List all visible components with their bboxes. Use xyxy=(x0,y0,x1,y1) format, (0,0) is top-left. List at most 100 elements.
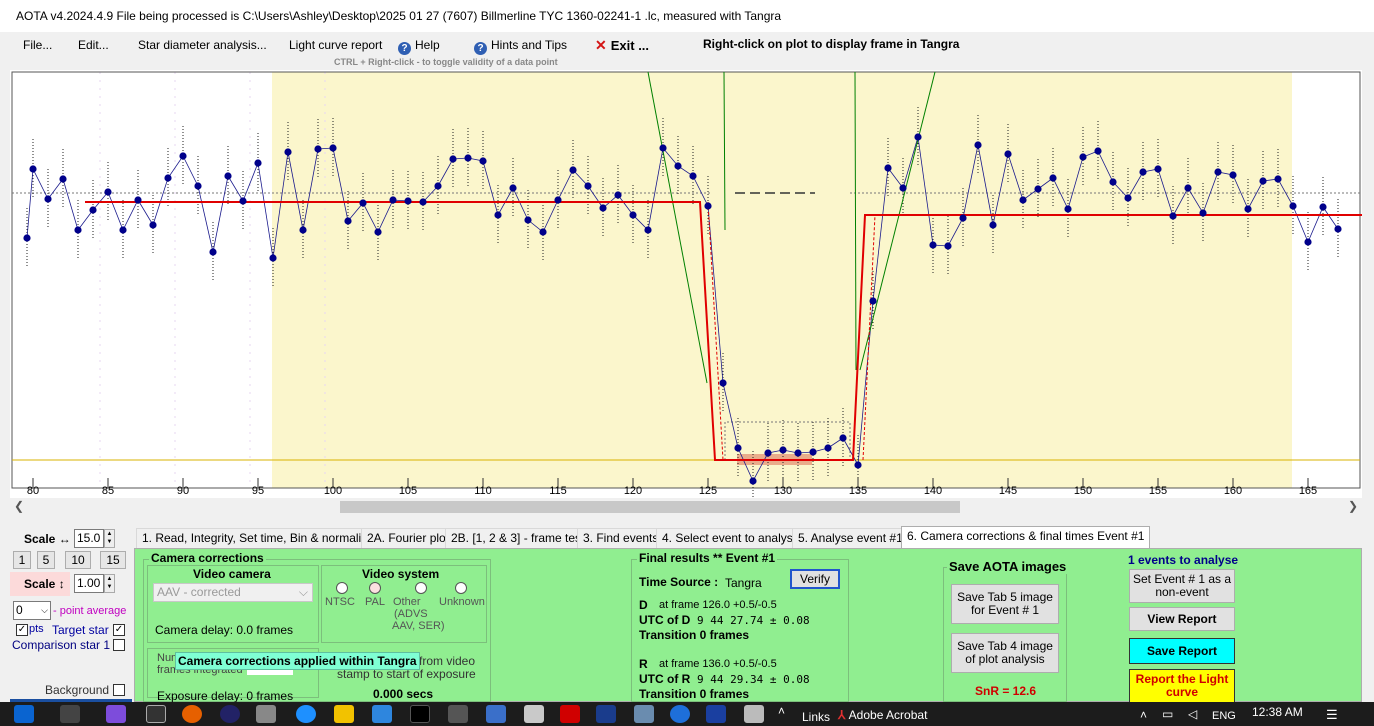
app-icon-1[interactable] xyxy=(146,705,166,723)
task-view-icon[interactable] xyxy=(60,705,80,723)
comparison-star-checkbox[interactable] xyxy=(113,639,125,651)
app-icon-6[interactable] xyxy=(706,705,726,723)
pts-checkbox[interactable]: ✓ xyxy=(16,624,28,636)
app-icon-3[interactable] xyxy=(524,705,544,723)
radio-pal[interactable] xyxy=(369,582,381,594)
target-star-checkbox[interactable]: ✓ xyxy=(113,624,125,636)
x-tick-label: 85 xyxy=(102,485,114,497)
scrollbar-thumb[interactable] xyxy=(340,501,960,513)
radio-other[interactable] xyxy=(415,582,427,594)
point-average-select[interactable]: 0 ⌵ xyxy=(13,601,51,620)
firefox-icon[interactable] xyxy=(182,705,202,723)
save-tab4-button[interactable]: Save Tab 4 image of plot analysis xyxy=(951,633,1059,673)
data-point xyxy=(509,184,517,192)
aota-app-icon[interactable] xyxy=(256,705,276,723)
plot-horizontal-scrollbar[interactable]: ❮ ❯ xyxy=(10,498,1362,516)
data-point xyxy=(494,211,502,219)
menu-file[interactable]: File... xyxy=(23,38,52,52)
menu-hints[interactable]: ? Hints and Tips xyxy=(474,38,567,55)
acrobat-icon[interactable] xyxy=(560,705,580,723)
data-point xyxy=(689,172,697,180)
save-report-button[interactable]: Save Report xyxy=(1129,638,1235,664)
language-indicator[interactable]: ENG xyxy=(1212,710,1236,722)
clock[interactable]: 12:38 AM xyxy=(1252,705,1303,719)
notification-icon[interactable]: ☰ xyxy=(1326,707,1338,723)
tab-find-events[interactable]: 3. Find events xyxy=(577,528,665,548)
scale-button-10[interactable]: 10 xyxy=(65,551,91,569)
network-icon[interactable]: ▭ xyxy=(1162,707,1173,721)
scroll-left-icon[interactable]: ❮ xyxy=(14,499,24,513)
camera-corrections-panel: Camera corrections Video camera AAV - co… xyxy=(134,548,1362,703)
r-label: R xyxy=(639,657,648,671)
view-report-button[interactable]: View Report xyxy=(1129,607,1235,631)
light-curve-plot[interactable]: 80 85 90 95 100 105 110 115 120 125 130 135 140 145 15… xyxy=(10,70,1362,511)
radio-ntsc[interactable] xyxy=(336,582,348,594)
tab-select-event[interactable]: 4. Select event to analyse xyxy=(656,528,806,548)
scale-button-15[interactable]: 15 xyxy=(100,551,126,569)
tab-read-integrity[interactable]: 1. Read, Integrity, Set time, Bin & norm… xyxy=(136,528,380,548)
menu-star-diameter[interactable]: Star diameter analysis... xyxy=(138,38,267,52)
data-point xyxy=(674,162,682,170)
scroll-right-icon[interactable]: ❯ xyxy=(1348,499,1358,513)
menu-edit[interactable]: Edit... xyxy=(78,38,109,52)
x-tick-label: 105 xyxy=(399,485,417,497)
tab-fourier[interactable]: 2A. Fourier plot xyxy=(361,528,456,548)
camera-icon[interactable] xyxy=(448,705,468,723)
menu-exit[interactable]: ✕ Exit ... xyxy=(595,37,649,54)
store-icon[interactable] xyxy=(372,705,392,723)
menu-light-curve-report[interactable]: Light curve report xyxy=(289,38,382,52)
links-label[interactable]: Links xyxy=(802,710,830,724)
data-point xyxy=(284,148,292,156)
app-icon-5[interactable] xyxy=(670,705,690,723)
camera-select-value: AAV - corrected xyxy=(157,585,241,599)
question-circle-icon: ? xyxy=(474,42,487,55)
chevron-up-icon[interactable]: ˄ xyxy=(778,704,785,718)
save-tab5-button[interactable]: Save Tab 5 image for Event # 1 xyxy=(951,584,1059,624)
edge-icon[interactable] xyxy=(296,705,316,723)
data-point xyxy=(599,204,607,212)
tab-frame-test[interactable]: 2B. [1, 2 & 3] - frame test xyxy=(445,528,591,548)
d-label: D xyxy=(639,598,648,612)
data-point xyxy=(224,172,232,180)
file-explorer-icon[interactable] xyxy=(334,705,354,723)
app-icon-7[interactable] xyxy=(744,705,764,723)
x-tick-label: 160 xyxy=(1224,485,1242,497)
report-light-curve-button[interactable]: Report the Light curve xyxy=(1129,669,1235,703)
data-point xyxy=(1094,147,1102,155)
app-icon-2[interactable] xyxy=(220,705,240,723)
set-non-event-button[interactable]: Set Event # 1 as a non-event xyxy=(1129,569,1235,603)
background-checkbox[interactable] xyxy=(113,684,125,696)
data-point xyxy=(974,141,982,149)
data-point xyxy=(44,195,52,203)
camera-select[interactable]: AAV - corrected ⌵ xyxy=(153,583,313,602)
tab-analyse-event[interactable]: 5. Analyse event #1 xyxy=(792,528,909,548)
scale-button-1[interactable]: 1 xyxy=(13,551,31,569)
tab-camera-corrections[interactable]: 6. Camera corrections & final times Even… xyxy=(901,526,1151,548)
mail-icon[interactable] xyxy=(486,705,506,723)
photos-icon[interactable] xyxy=(634,705,654,723)
scale-h-spinner[interactable]: ▲ ▼ xyxy=(104,529,115,548)
app-icon-4[interactable] xyxy=(596,705,616,723)
x-tick-label: 100 xyxy=(324,485,342,497)
acrobat-link[interactable]: ⅄ Adobe Acrobat xyxy=(838,708,927,722)
scale-button-5[interactable]: 5 xyxy=(37,551,55,569)
time-source-value: Tangra xyxy=(725,576,762,590)
start-icon[interactable] xyxy=(14,705,34,723)
copilot-icon[interactable] xyxy=(106,705,126,723)
terminal-icon[interactable] xyxy=(410,705,430,723)
scale-v-input[interactable]: 1.00 xyxy=(74,574,104,593)
scale-h-input[interactable]: 15.0 xyxy=(74,529,104,548)
verify-button[interactable]: Verify xyxy=(790,569,840,589)
radio-unknown[interactable] xyxy=(455,582,467,594)
volume-icon[interactable]: ◁ xyxy=(1188,707,1197,721)
light-curve-svg[interactable]: 80 85 90 95 100 105 110 115 120 125 130 135 140 145 15… xyxy=(10,70,1362,511)
tray-chevron-icon[interactable]: ˄ xyxy=(1140,708,1147,722)
data-point xyxy=(614,191,622,199)
x-tick-label: 110 xyxy=(474,485,492,497)
data-point xyxy=(1139,168,1147,176)
data-point xyxy=(764,449,772,457)
menu-help[interactable]: ? Help xyxy=(398,38,440,55)
x-tick-label: 90 xyxy=(177,485,189,497)
data-point xyxy=(959,214,967,222)
scale-v-spinner[interactable]: ▲ ▼ xyxy=(104,574,115,593)
